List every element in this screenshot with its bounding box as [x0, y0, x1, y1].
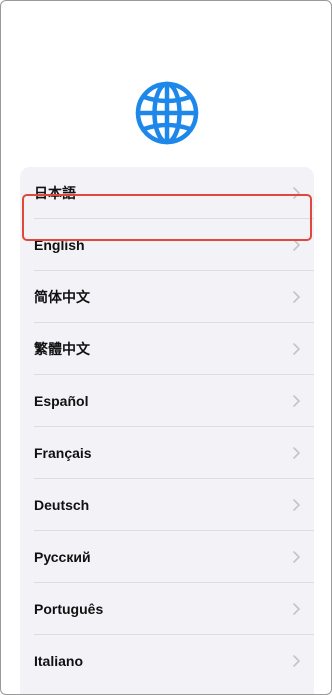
chevron-right-icon [293, 291, 300, 303]
language-row-spanish[interactable]: Español [20, 375, 314, 427]
language-label: 繁體中文 [34, 341, 90, 357]
language-row-french[interactable]: Français [20, 427, 314, 479]
language-row-russian[interactable]: Русский [20, 531, 314, 583]
language-row-english[interactable]: English [20, 219, 314, 271]
chevron-right-icon [293, 187, 300, 199]
chevron-right-icon [293, 343, 300, 355]
language-label: Deutsch [34, 497, 90, 513]
language-selection-screen: 日本語 English 简体中文 繁體中文 Español Français D… [0, 0, 332, 695]
language-row-simplified-chinese[interactable]: 简体中文 [20, 271, 314, 323]
language-label: Português [34, 601, 104, 617]
language-label: Français [34, 445, 92, 461]
chevron-right-icon [293, 655, 300, 667]
language-row-japanese[interactable]: 日本語 [20, 167, 314, 219]
globe-icon [135, 81, 199, 145]
language-row-traditional-chinese[interactable]: 繁體中文 [20, 323, 314, 375]
chevron-right-icon [293, 447, 300, 459]
language-label: Español [34, 393, 89, 409]
language-list: 日本語 English 简体中文 繁體中文 Español Français D… [20, 167, 314, 694]
language-label: English [34, 237, 85, 253]
chevron-right-icon [293, 551, 300, 563]
language-label: 日本語 [34, 185, 76, 201]
chevron-right-icon [293, 499, 300, 511]
chevron-right-icon [293, 239, 300, 251]
language-row-italian[interactable]: Italiano [20, 635, 314, 687]
language-label: 简体中文 [34, 289, 90, 305]
language-label: Italiano [34, 653, 84, 669]
language-row-german[interactable]: Deutsch [20, 479, 314, 531]
chevron-right-icon [293, 603, 300, 615]
language-label: Русский [34, 549, 91, 565]
chevron-right-icon [293, 395, 300, 407]
language-row-portuguese[interactable]: Português [20, 583, 314, 635]
